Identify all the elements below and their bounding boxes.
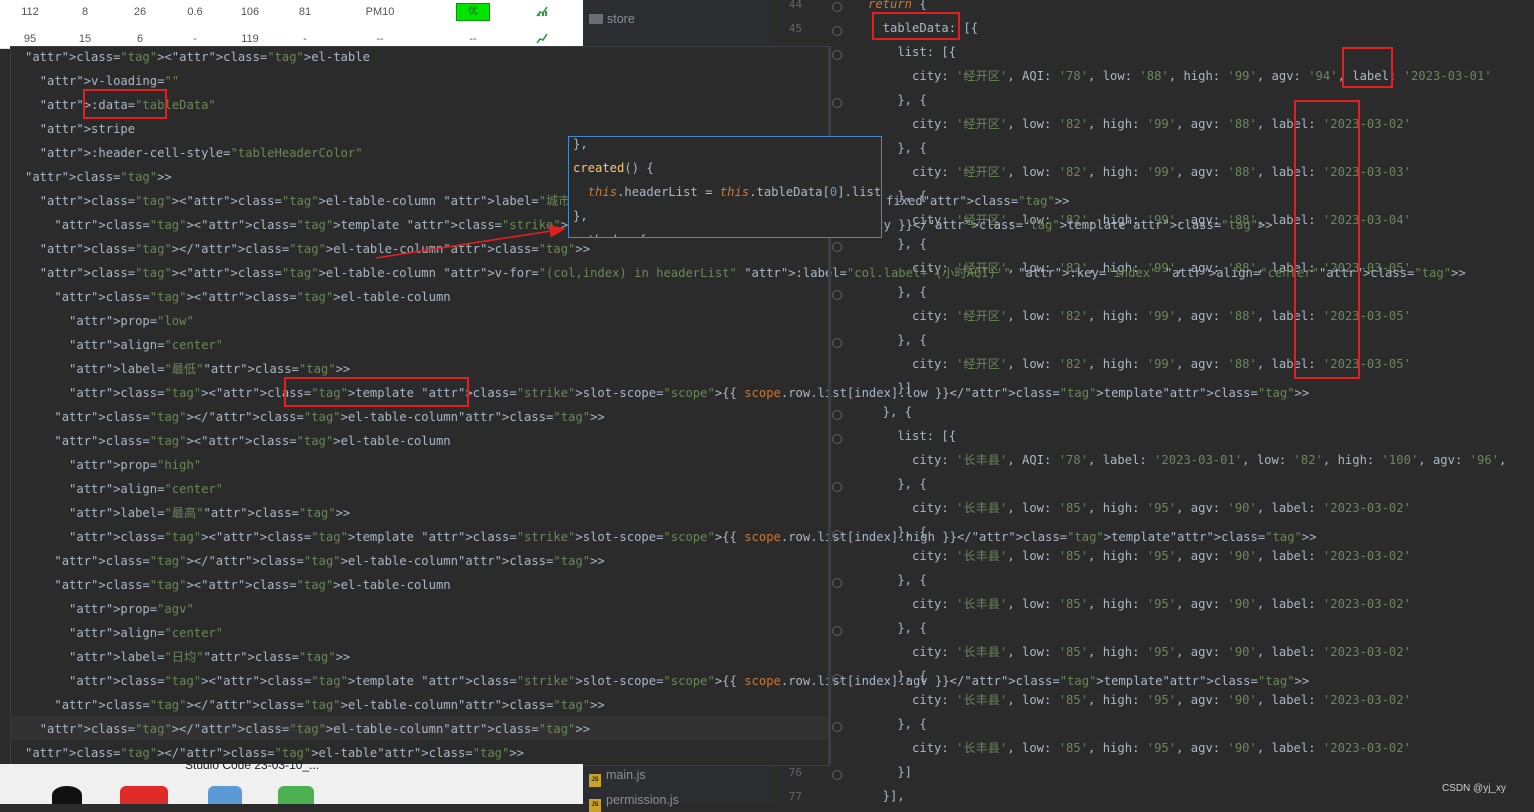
code-line: }, xyxy=(573,209,588,223)
code-line: }, { xyxy=(868,477,927,491)
taskbar-label: Studio Code 23-03-10_... xyxy=(185,758,320,772)
code-line: city: '经开区', low: '82', high: '99', agv:… xyxy=(868,165,1411,179)
code-line: }, { xyxy=(868,621,927,635)
code-peek-popup: }, created() { this.headerList = this.tab… xyxy=(568,136,882,238)
code-line: city: '长丰县', low: '85', high: '95', agv:… xyxy=(868,501,1411,515)
app-icon[interactable] xyxy=(120,786,168,804)
chart-icon[interactable] xyxy=(536,32,548,44)
tree-item-store[interactable]: store xyxy=(589,12,635,26)
watermark: CSDN @yj_xy xyxy=(1441,783,1506,794)
fold-marker-icon[interactable] xyxy=(832,626,842,636)
code-line: }], xyxy=(868,789,905,803)
code-line: city: '长丰县', low: '85', high: '95', agv:… xyxy=(868,597,1411,611)
table-cell: PM10 xyxy=(365,6,395,18)
fold-marker-icon[interactable] xyxy=(832,98,842,108)
table-cell: 0.6 xyxy=(187,6,203,18)
code-line: list: [{ xyxy=(868,429,957,443)
code-line: city: '经开区', low: '82', high: '99', agv:… xyxy=(868,117,1411,131)
code-line: "attr">class="tag"><"attr">class="tag">e… xyxy=(54,578,451,592)
code-line: "attr">class="tag"><"attr">class="tag">e… xyxy=(39,194,1070,208)
code-line: "attr">align="center" xyxy=(69,338,224,352)
code-line: "attr">class="tag"><"attr">class="tag">e… xyxy=(54,290,451,304)
code-line: "attr">align="center" xyxy=(69,626,224,640)
code-line: "attr">class="tag"></"attr">class="tag">… xyxy=(54,410,605,424)
code-line: "attr">label="日均""attr">class="tag">> xyxy=(69,650,351,664)
code-line: "attr">class="tag">> xyxy=(25,170,172,184)
app-icon[interactable] xyxy=(278,786,314,804)
code-line: city: '经开区', low: '82', high: '99', agv:… xyxy=(868,357,1411,371)
code-line: return { xyxy=(868,0,927,11)
code-line: "attr">label="最低""attr">class="tag">> xyxy=(69,362,351,376)
line-number: 44 xyxy=(788,0,802,11)
code-line: "attr">class="tag"></"attr">class="tag">… xyxy=(39,722,591,736)
code-line: tableData: [{ xyxy=(868,21,979,35)
code-line: "attr">class="tag"></"attr">class="tag">… xyxy=(54,554,605,568)
code-line: city: '经开区', AQI: '78', low: '88', high:… xyxy=(868,69,1492,83)
fold-marker-icon[interactable] xyxy=(832,770,842,780)
air-quality-label: 优 xyxy=(468,6,478,17)
table-cell: 81 xyxy=(298,6,312,18)
code-line: "attr">prop="low" xyxy=(69,314,194,328)
code-line: "attr">class="tag"><"attr">class="tag">t… xyxy=(69,530,1317,544)
code-line: this.headerList = this.tableData[0].list xyxy=(587,185,882,199)
background-data-table: 112 8 26 0.6 106 81 PM10 优 95 6 - 119 - … xyxy=(0,0,583,49)
fold-marker-icon[interactable] xyxy=(832,578,842,588)
js-file-icon: JS xyxy=(589,799,601,812)
js-file-icon: JS xyxy=(589,774,601,787)
code-line: }, xyxy=(573,137,588,151)
code-line: "attr">stripe xyxy=(39,122,136,136)
line-number: 77 xyxy=(788,790,802,803)
chart-icon[interactable] xyxy=(536,5,548,17)
code-line: city: '长丰县', low: '85', high: '95', agv:… xyxy=(868,741,1411,755)
table-cell: 26 xyxy=(133,6,147,18)
code-line: created() { xyxy=(573,161,654,175)
fold-marker-icon[interactable] xyxy=(832,242,842,252)
tree-item-permission-js[interactable]: JS permission.js xyxy=(589,793,679,812)
code-line: "attr">class="tag"><"attr">class="tag">e… xyxy=(25,50,370,64)
fold-marker-icon[interactable] xyxy=(832,410,842,420)
code-line: "attr">prop="high" xyxy=(69,458,202,472)
code-line: "attr">class="tag"></"attr">class="tag">… xyxy=(54,698,605,712)
code-line: }, { xyxy=(868,93,927,107)
code-line: "attr">v-loading="" xyxy=(39,74,180,88)
code-line: list: [{ xyxy=(868,45,957,59)
code-line: "attr">prop="agv" xyxy=(69,602,194,616)
fold-marker-icon[interactable] xyxy=(832,338,842,348)
code-line: }, { xyxy=(868,333,927,347)
code-line: }] xyxy=(868,765,913,779)
code-line: }, { xyxy=(868,717,927,731)
table-row: 112 8 26 0.6 106 81 PM10 优 xyxy=(0,0,570,24)
fold-marker-icon[interactable] xyxy=(832,482,842,492)
line-number: 45 xyxy=(788,22,802,35)
code-line: "attr">:header-cell-style="tableHeaderCo… xyxy=(39,146,363,160)
fold-marker-icon[interactable] xyxy=(832,2,842,12)
code-line: "attr">align="center" xyxy=(69,482,224,496)
code-line: "attr">class="tag"><"attr">class="tag">t… xyxy=(69,674,1310,688)
fold-marker-icon[interactable] xyxy=(832,434,842,444)
code-line: "attr">class="tag"><"attr">class="tag">t… xyxy=(69,386,1310,400)
code-line: "attr">class="tag"></"attr">class="tag">… xyxy=(39,242,591,256)
code-line: "attr">class="tag"><"attr">class="tag">e… xyxy=(39,266,1466,280)
code-line: "attr">class="tag"><"attr">class="tag">e… xyxy=(54,434,451,448)
code-line: methods: { xyxy=(573,228,646,237)
folder-icon xyxy=(589,14,603,24)
fold-marker-icon[interactable] xyxy=(832,722,842,732)
line-number: 76 xyxy=(788,766,802,779)
code-line: "attr">:data="tableData" xyxy=(39,98,216,112)
fold-marker-icon[interactable] xyxy=(832,50,842,60)
code-line: }, { xyxy=(868,573,927,587)
table-cell: 112 xyxy=(21,6,39,18)
app-icon[interactable] xyxy=(208,786,242,804)
code-line: city: '经开区', low: '82', high: '99', agv:… xyxy=(868,309,1411,323)
app-icon[interactable] xyxy=(52,786,82,804)
code-line: "attr">label="最高""attr">class="tag">> xyxy=(69,506,351,520)
fold-marker-icon[interactable] xyxy=(832,290,842,300)
table-cell: 106 xyxy=(240,6,260,18)
code-line: city: '长丰县', low: '85', high: '95', agv:… xyxy=(868,645,1411,659)
tree-item-main-js[interactable]: JS main.js xyxy=(589,768,646,787)
table-cell: 8 xyxy=(81,6,89,18)
fold-marker-icon[interactable] xyxy=(832,26,842,36)
code-line: city: '长丰县', AQI: '78', label: '2023-03-… xyxy=(868,453,1507,467)
